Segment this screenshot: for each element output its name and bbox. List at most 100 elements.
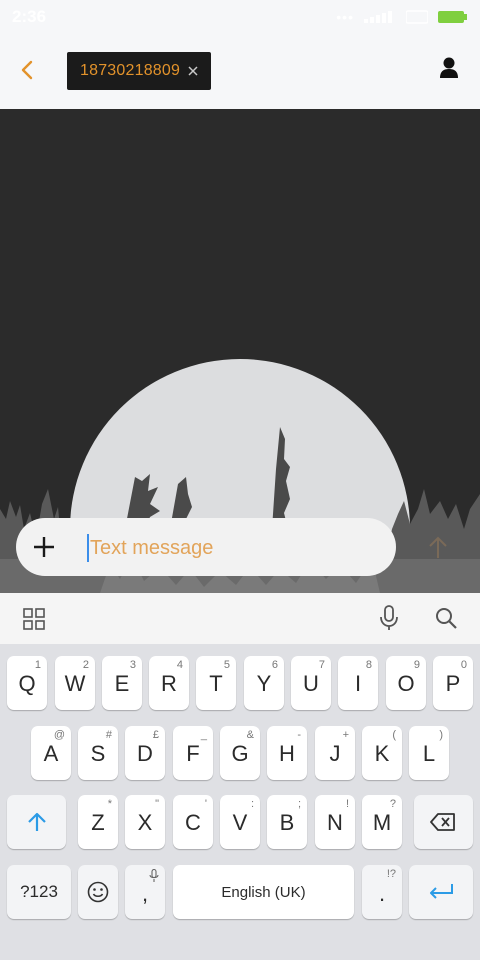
key-hint: :: [250, 798, 254, 810]
key-t[interactable]: 5T: [196, 656, 236, 710]
comma-key[interactable]: ,: [125, 865, 165, 919]
period-key[interactable]: !? .: [362, 865, 402, 919]
key-u[interactable]: 7U: [291, 656, 331, 710]
symbols-key[interactable]: ?123: [7, 865, 71, 919]
key-label: K: [374, 741, 390, 766]
key-hint: *: [107, 798, 112, 810]
key-label: A: [43, 741, 59, 766]
soft-keyboard: 1Q 2W 3E 4R 5T 6Y 7U 8I 9O 0P @ A # S £ D _…: [0, 644, 480, 960]
key-hint: 2: [82, 659, 89, 671]
key-hint: 4: [176, 659, 183, 671]
enter-key[interactable]: [409, 865, 473, 919]
key-h[interactable]: -H: [267, 726, 307, 780]
status-time: 2:36: [12, 7, 47, 26]
key-hint: (: [392, 729, 396, 741]
key-hint: !: [345, 798, 349, 810]
key-o[interactable]: 9O: [386, 656, 426, 710]
key-label: ?123: [20, 882, 58, 901]
key-label: Z: [91, 810, 105, 835]
key-f[interactable]: _ F: [173, 726, 213, 780]
key-hint: 5: [223, 659, 230, 671]
enter-icon: [430, 884, 453, 899]
key-hint: 0: [460, 659, 467, 671]
microphone-icon[interactable]: [378, 605, 400, 631]
key-hint: +: [342, 729, 349, 741]
key-label: Y: [256, 671, 272, 696]
back-arrow-icon[interactable]: [16, 58, 40, 82]
key-hint: 7: [318, 659, 325, 671]
key-label: English (UK): [221, 884, 306, 901]
key-l[interactable]: ) L: [409, 726, 449, 780]
key-m[interactable]: ? M: [362, 795, 402, 849]
key-label: G: [231, 741, 249, 766]
key-b[interactable]: ; B: [267, 795, 307, 849]
key-label: L: [422, 741, 436, 766]
key-hint: &: [246, 729, 254, 741]
key-k[interactable]: (K: [362, 726, 402, 780]
key-label: M: [372, 810, 392, 835]
key-e[interactable]: 3E: [102, 656, 142, 710]
key-label: V: [232, 810, 248, 835]
shift-key[interactable]: [7, 795, 66, 849]
key-label: C: [185, 810, 201, 835]
close-icon[interactable]: [186, 64, 200, 78]
key-label: D: [137, 741, 153, 766]
key-n[interactable]: ! N: [315, 795, 355, 849]
key-label: I: [354, 671, 362, 696]
key-hint: 6: [271, 659, 278, 671]
keyboard-toolbar: [0, 593, 480, 644]
status-bar: 2:36 •••: [0, 0, 480, 34]
search-icon[interactable]: [434, 606, 458, 630]
key-label: H: [279, 741, 295, 766]
key-d[interactable]: £ D: [125, 726, 165, 780]
signal-icon: [364, 11, 392, 23]
key-label: .: [378, 881, 386, 906]
key-r[interactable]: 4R: [149, 656, 189, 710]
key-hint: _: [200, 729, 207, 741]
key-x[interactable]: " X: [125, 795, 165, 849]
wifi-icon: [406, 10, 428, 24]
key-i[interactable]: 8I: [338, 656, 378, 710]
key-label: B: [279, 810, 295, 835]
key-label: P: [445, 671, 461, 696]
key-hint: #: [105, 729, 112, 741]
contact-icon[interactable]: [438, 56, 460, 80]
key-j[interactable]: + J: [315, 726, 355, 780]
send-arrow-icon[interactable]: [426, 534, 450, 560]
key-p[interactable]: 0P: [433, 656, 473, 710]
key-q[interactable]: 1Q: [7, 656, 47, 710]
key-z[interactable]: * Z: [78, 795, 118, 849]
key-c[interactable]: ' C: [173, 795, 213, 849]
shift-arrow-icon: [28, 812, 46, 831]
message-input[interactable]: [90, 530, 380, 566]
recipient-number: 18730218809: [80, 62, 181, 79]
key-label: T: [209, 671, 223, 696]
grid-icon[interactable]: [23, 608, 45, 630]
key-hint: ': [204, 798, 207, 810]
key-label: O: [397, 671, 415, 696]
key-v[interactable]: :V: [220, 795, 260, 849]
key-label: S: [90, 741, 106, 766]
key-hint: 8: [365, 659, 372, 671]
key-label: W: [64, 671, 86, 696]
backspace-icon: [430, 813, 455, 831]
key-hint: 3: [129, 659, 136, 671]
battery-icon: [438, 11, 467, 23]
text-caret: [87, 534, 89, 562]
key-a[interactable]: @ A: [31, 726, 71, 780]
recipient-chip[interactable]: 18730218809: [67, 52, 211, 90]
message-compose-bar: [16, 518, 396, 576]
key-label: Q: [18, 671, 36, 696]
backspace-key[interactable]: [414, 795, 473, 849]
key-y[interactable]: 6Y: [244, 656, 284, 710]
key-hint: !?: [386, 868, 396, 880]
notification-dots: •••: [336, 9, 354, 25]
key-w[interactable]: 2W: [55, 656, 95, 710]
emoji-key[interactable]: [78, 865, 118, 919]
space-key[interactable]: English (UK): [173, 865, 354, 919]
add-attachment-icon[interactable]: [32, 535, 56, 559]
key-label: ,: [141, 881, 149, 906]
conversation-header: 18730218809: [0, 34, 480, 109]
key-s[interactable]: # S: [78, 726, 118, 780]
key-g[interactable]: & G: [220, 726, 260, 780]
